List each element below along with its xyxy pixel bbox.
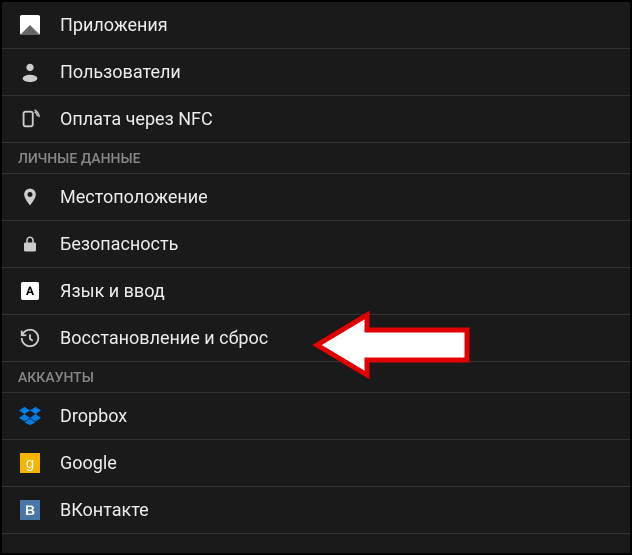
settings-item-label: Оплата через NFC bbox=[60, 109, 213, 130]
settings-item-label: Восстановление и сброс bbox=[60, 328, 268, 349]
users-icon bbox=[18, 60, 42, 84]
settings-item-apps[interactable]: Приложения bbox=[2, 2, 630, 49]
vk-icon: B bbox=[18, 498, 42, 522]
settings-item-label: Местоположение bbox=[60, 187, 208, 208]
settings-list: Приложения Пользователи Оплата через NFC… bbox=[2, 2, 630, 553]
settings-item-location[interactable]: Местоположение bbox=[2, 174, 630, 221]
settings-item-label: Dropbox bbox=[60, 406, 127, 427]
settings-item-dropbox[interactable]: Dropbox bbox=[2, 393, 630, 440]
section-header-accounts: АККАУНТЫ bbox=[2, 362, 630, 393]
google-icon: g bbox=[18, 451, 42, 475]
dropbox-icon bbox=[18, 404, 42, 428]
settings-item-label: Язык и ввод bbox=[60, 281, 165, 302]
nfc-icon bbox=[18, 107, 42, 131]
settings-item-label: Пользователи bbox=[60, 62, 181, 83]
settings-item-label: Безопасность bbox=[60, 234, 178, 255]
lock-icon bbox=[18, 232, 42, 256]
restore-icon bbox=[18, 326, 42, 350]
settings-item-google[interactable]: g Google bbox=[2, 440, 630, 487]
settings-item-label: Google bbox=[60, 453, 117, 474]
location-icon bbox=[18, 185, 42, 209]
section-header-personal: ЛИЧНЫЕ ДАННЫЕ bbox=[2, 143, 630, 174]
settings-item-backup-reset[interactable]: Восстановление и сброс bbox=[2, 315, 630, 362]
settings-item-security[interactable]: Безопасность bbox=[2, 221, 630, 268]
language-icon: A bbox=[18, 279, 42, 303]
settings-item-language[interactable]: A Язык и ввод bbox=[2, 268, 630, 315]
settings-item-vkontakte[interactable]: B ВКонтакте bbox=[2, 487, 630, 534]
apps-icon bbox=[18, 13, 42, 37]
settings-item-nfc[interactable]: Оплата через NFC bbox=[2, 96, 630, 143]
settings-item-users[interactable]: Пользователи bbox=[2, 49, 630, 96]
settings-item-label: Приложения bbox=[60, 15, 168, 36]
settings-item-label: ВКонтакте bbox=[60, 500, 149, 521]
